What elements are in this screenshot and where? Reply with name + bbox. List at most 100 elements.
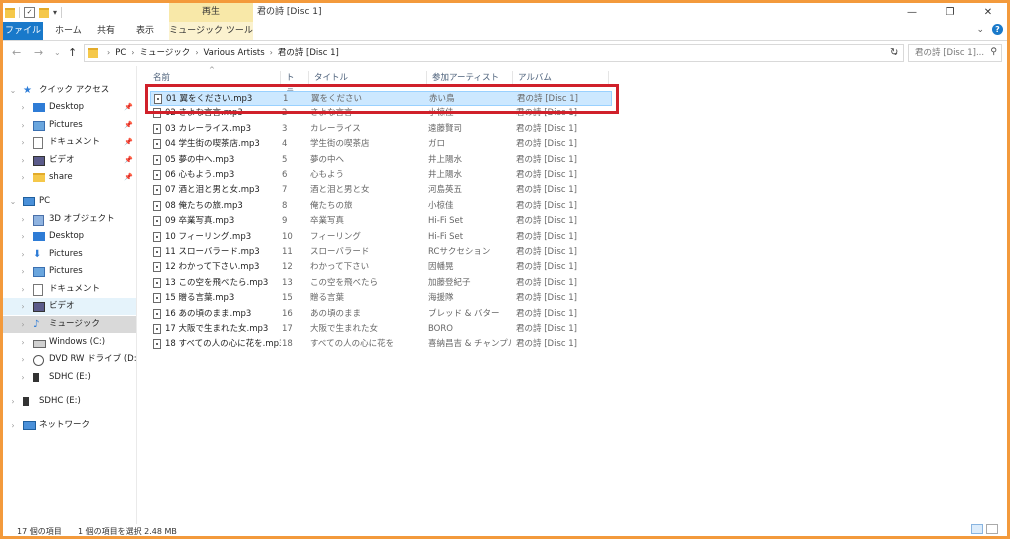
- chevron-right-icon[interactable]: ›: [19, 228, 27, 245]
- nav-item[interactable]: › SDHC (E:): [3, 393, 136, 410]
- chevron-right-icon[interactable]: ›: [19, 369, 27, 386]
- chevron-down-icon[interactable]: ⌄: [9, 82, 17, 99]
- nav-item[interactable]: › SDHC (E:): [3, 369, 136, 386]
- nav-item[interactable]: › share 📌: [3, 169, 136, 186]
- details-view-button[interactable]: [971, 524, 983, 534]
- tab-share[interactable]: 共有: [97, 22, 115, 40]
- file-row[interactable]: 08 俺たちの旅.mp3 8 俺たちの旅 小椋佳 君の詩 [Disc 1]: [150, 199, 612, 214]
- audio-file-icon: [153, 339, 161, 350]
- toolbar-divider: [61, 7, 63, 18]
- nav-item[interactable]: › ♪ ミュージック: [3, 316, 136, 333]
- new-folder-icon[interactable]: [39, 7, 49, 18]
- file-title: カレーライス: [310, 123, 361, 134]
- chevron-right-icon[interactable]: ›: [19, 263, 27, 280]
- file-artist: 因幡晃: [428, 262, 454, 273]
- nav-item[interactable]: › DVD RW ドライブ (D:) Audio CD: [3, 351, 136, 368]
- tab-file[interactable]: ファイル: [3, 22, 43, 40]
- restore-button[interactable]: ❐: [931, 3, 969, 22]
- search-icon[interactable]: ⚲: [990, 47, 997, 57]
- large-icons-view-button[interactable]: [986, 524, 998, 534]
- tab-view[interactable]: 表示: [136, 22, 154, 40]
- breadcrumb-various-artists[interactable]: Various Artists: [204, 48, 265, 58]
- file-title: 酒と泪と男と女: [310, 185, 370, 196]
- nav-item[interactable]: ⌄ ★ クイック アクセス: [3, 82, 136, 99]
- breadcrumb-pc[interactable]: PC: [115, 48, 126, 58]
- chevron-right-icon[interactable]: ›: [19, 134, 27, 151]
- star-icon: ★: [23, 85, 32, 96]
- file-row[interactable]: 17 大阪で生まれた女.mp3 17 大阪で生まれた女 BORO 君の詩 [Disc 1…: [150, 322, 612, 337]
- chevron-right-icon[interactable]: ›: [19, 152, 27, 169]
- nav-item[interactable]: › ビデオ 📌: [3, 152, 136, 169]
- chevron-right-icon[interactable]: ›: [19, 334, 27, 351]
- file-album: 君の詩 [Disc 1]: [516, 293, 577, 304]
- chevron-right-icon[interactable]: ›: [131, 48, 134, 57]
- chevron-down-icon[interactable]: ⌄: [9, 193, 17, 210]
- sd-card-icon: [23, 397, 29, 406]
- refresh-icon[interactable]: ↻: [890, 47, 898, 58]
- nav-item[interactable]: › Pictures: [3, 263, 136, 280]
- up-arrow-icon[interactable]: ↑: [68, 46, 77, 59]
- file-row[interactable]: 16 あの頃のまま.mp3 16 あの頃のまま ブレッド & バター 君の詩 [Disc…: [150, 307, 612, 322]
- nav-item[interactable]: › Desktop 📌: [3, 99, 136, 116]
- file-row[interactable]: 09 卒業写真.mp3 9 卒業写真 Hi-Fi Set 君の詩 [Disc 1]: [150, 214, 612, 229]
- chevron-right-icon[interactable]: ›: [19, 351, 27, 368]
- back-arrow-icon[interactable]: ←: [12, 46, 21, 59]
- chevron-right-icon[interactable]: ›: [195, 48, 198, 57]
- nav-item[interactable]: › ドキュメント: [3, 281, 136, 298]
- nav-item[interactable]: › ⬇ Pictures: [3, 246, 136, 263]
- nav-item[interactable]: › ドキュメント 📌: [3, 134, 136, 151]
- file-title: 学生街の喫茶店: [310, 139, 370, 150]
- file-row[interactable]: 13 この空を飛べたら.mp3 13 この空を飛べたら 加藤登紀子 君の詩 [Disc …: [150, 276, 612, 291]
- search-input[interactable]: [909, 45, 989, 61]
- file-row[interactable]: 10 フィーリング.mp3 10 フィーリング Hi-Fi Set 君の詩 [Disc …: [150, 230, 612, 245]
- file-row[interactable]: 07 酒と泪と男と女.mp3 7 酒と泪と男と女 河島英五 君の詩 [Disc 1]: [150, 183, 612, 198]
- chevron-right-icon[interactable]: ›: [19, 99, 27, 116]
- nav-item[interactable]: › 3D オブジェクト: [3, 211, 136, 228]
- chevron-right-icon[interactable]: ›: [9, 393, 17, 410]
- chevron-right-icon[interactable]: ›: [9, 417, 17, 434]
- nav-item[interactable]: › ネットワーク: [3, 417, 136, 434]
- file-row[interactable]: 12 わかって下さい.mp3 12 わかって下さい 因幡晃 君の詩 [Disc 1]: [150, 260, 612, 275]
- chevron-right-icon[interactable]: ›: [19, 246, 27, 263]
- file-artist: ガロ: [428, 139, 446, 150]
- file-row[interactable]: 05 夢の中へ.mp3 5 夢の中へ 井上陽水 君の詩 [Disc 1]: [150, 153, 612, 168]
- tab-music-tools[interactable]: ミュージック ツール: [169, 22, 253, 40]
- nav-item[interactable]: › Windows (C:): [3, 334, 136, 351]
- sd-card-icon: [33, 373, 39, 382]
- file-row[interactable]: 18 すべての人の心に花を.mp3 18 すべての人の心に花を 喜納昌吉 & チャンプ…: [150, 337, 612, 352]
- chevron-right-icon[interactable]: ›: [19, 117, 27, 134]
- nav-item[interactable]: › Pictures 📌: [3, 117, 136, 134]
- minimize-button[interactable]: —: [893, 3, 931, 22]
- breadcrumb-current-folder[interactable]: 君の詩 [Disc 1]: [278, 48, 339, 58]
- file-row[interactable]: 06 心もよう.mp3 6 心もよう 井上陽水 君の詩 [Disc 1]: [150, 168, 612, 183]
- recent-locations-icon[interactable]: ⌄: [54, 48, 61, 57]
- customize-toolbar-icon[interactable]: ▾: [53, 8, 57, 17]
- file-title: この空を飛べたら: [310, 277, 379, 288]
- chevron-right-icon[interactable]: ›: [270, 48, 273, 57]
- file-row[interactable]: 03 カレーライス.mp3 3 カレーライス 遠藤賢司 君の詩 [Disc 1]: [150, 122, 612, 137]
- chevron-right-icon[interactable]: ›: [19, 316, 27, 333]
- videos-icon: [33, 156, 45, 166]
- properties-icon[interactable]: ✓: [24, 7, 35, 18]
- chevron-right-icon[interactable]: ›: [19, 281, 27, 298]
- nav-item[interactable]: › ビデオ: [3, 298, 136, 315]
- chevron-right-icon[interactable]: ›: [19, 211, 27, 228]
- nav-item[interactable]: ⌄ PC: [3, 193, 136, 210]
- close-button[interactable]: ✕: [969, 3, 1007, 22]
- highlight-box: [145, 84, 619, 114]
- music-icon: ♪: [33, 319, 40, 330]
- file-row[interactable]: 11 スローバラード.mp3 11 スローバラード RCサクセション 君の詩 [Disc…: [150, 245, 612, 260]
- file-row[interactable]: 04 学生街の喫茶店.mp3 4 学生街の喫茶店 ガロ 君の詩 [Disc 1]: [150, 137, 612, 152]
- breadcrumb-music[interactable]: ミュージック: [139, 48, 190, 58]
- audio-file-icon: [153, 170, 161, 180]
- forward-arrow-icon[interactable]: →: [34, 46, 43, 59]
- tab-home[interactable]: ホーム: [55, 22, 82, 40]
- chevron-right-icon[interactable]: ›: [19, 298, 27, 315]
- expand-ribbon-icon[interactable]: ⌄: [976, 25, 984, 35]
- chevron-right-icon[interactable]: ›: [107, 48, 110, 57]
- nav-item[interactable]: › Desktop: [3, 228, 136, 245]
- chevron-right-icon[interactable]: ›: [19, 169, 27, 186]
- help-icon[interactable]: ?: [992, 24, 1003, 35]
- address-bar[interactable]: › PC › ミュージック › Various Artists › 君の詩 [Disc 1] …: [84, 44, 904, 62]
- file-row[interactable]: 15 贈る言葉.mp3 15 贈る言葉 海援隊 君の詩 [Disc 1]: [150, 291, 612, 306]
